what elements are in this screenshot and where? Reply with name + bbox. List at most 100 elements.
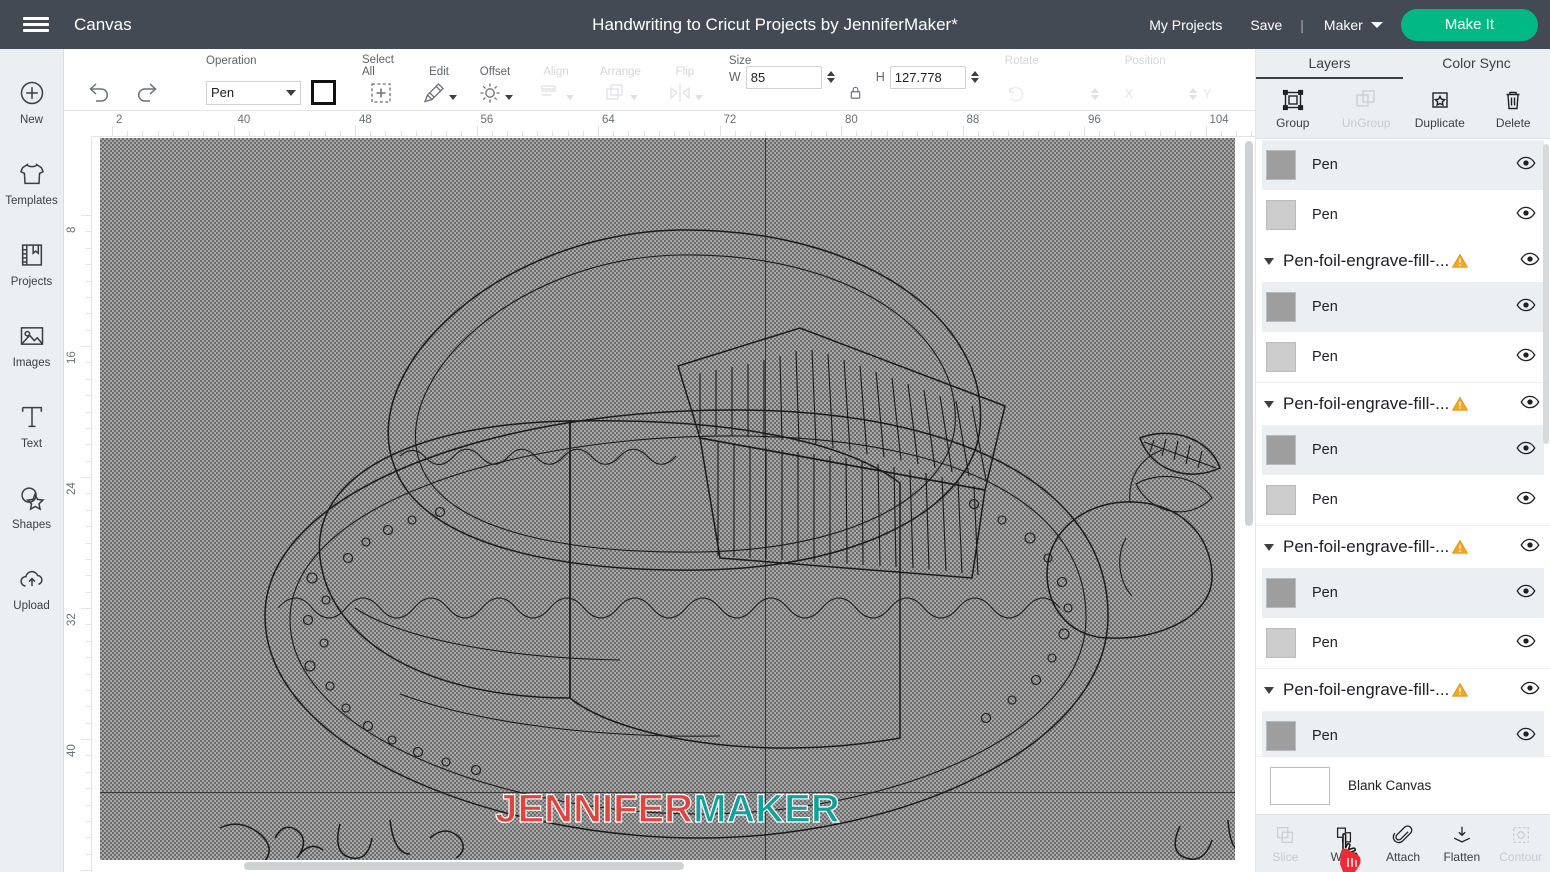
- width-input[interactable]: [745, 65, 822, 89]
- panel-tabs: Layers Color Sync: [1256, 49, 1550, 79]
- width-stepper[interactable]: [826, 71, 835, 83]
- layer-group-header[interactable]: Pen-foil-engrave-fill-...: [1256, 526, 1550, 568]
- rotate-input[interactable]: [1036, 83, 1081, 105]
- ungroup-button[interactable]: UnGroup: [1330, 79, 1404, 138]
- layer-row[interactable]: Pen: [1262, 711, 1544, 761]
- delete-button[interactable]: Delete: [1477, 79, 1550, 138]
- layer-row[interactable]: Pen: [1262, 475, 1544, 525]
- layer-row[interactable]: Pen: [1262, 618, 1544, 668]
- height-stepper[interactable]: [970, 71, 979, 83]
- layer-group-header[interactable]: Pen-foil-engrave-fill-...: [1256, 669, 1550, 711]
- layer-row[interactable]: Pen: [1262, 282, 1544, 332]
- position-x-input[interactable]: [1139, 83, 1184, 105]
- my-projects-link[interactable]: My Projects: [1135, 17, 1236, 33]
- duplicate-button[interactable]: Duplicate: [1403, 79, 1477, 138]
- layer-color-swatch[interactable]: [1266, 150, 1296, 180]
- rotate-stepper[interactable]: [1090, 88, 1099, 100]
- chevron-down-icon[interactable]: [1264, 543, 1274, 551]
- layer-color-swatch[interactable]: [1266, 292, 1296, 322]
- design-mat[interactable]: JENNIFERMAKER: [100, 138, 1235, 860]
- position-x-stepper[interactable]: [1189, 88, 1198, 100]
- layer-row[interactable]: Pen: [1262, 425, 1544, 475]
- group-button[interactable]: Group: [1256, 79, 1330, 138]
- align-button[interactable]: Align: [538, 66, 574, 105]
- eye-visibility-icon[interactable]: [1516, 491, 1536, 510]
- layer-row[interactable]: Pen: [1262, 190, 1544, 240]
- select-all-button[interactable]: Select All: [362, 54, 400, 105]
- canvas-area[interactable]: 2 40 48 56 64 72 80 88 96 104 8 16 24 32 40 48: [64, 111, 1255, 872]
- layers-list[interactable]: Pen Pen Pen-foil-engrave-fill-... Pen Pen Pen…: [1256, 140, 1550, 808]
- eye-visibility-icon[interactable]: [1516, 634, 1536, 653]
- warning-triangle-icon[interactable]: [1451, 252, 1469, 270]
- height-input[interactable]: [889, 65, 966, 89]
- warning-triangle-icon[interactable]: [1451, 538, 1469, 556]
- arrange-button[interactable]: Arrange: [600, 66, 641, 105]
- sidebar-item-new[interactable]: New: [0, 61, 64, 142]
- eye-visibility-icon[interactable]: [1516, 298, 1536, 317]
- ruler-v-tick: [86, 280, 91, 282]
- tab-layers[interactable]: Layers: [1256, 49, 1403, 79]
- redo-icon[interactable]: [134, 77, 160, 103]
- layer-color-swatch[interactable]: [1266, 435, 1296, 465]
- operation-select[interactable]: Pen: [206, 80, 301, 105]
- layer-color-swatch[interactable]: [1266, 628, 1296, 658]
- layer-color-swatch[interactable]: [1266, 200, 1296, 230]
- chevron-down-icon[interactable]: [1264, 400, 1274, 408]
- layer-group-header[interactable]: Pen-foil-engrave-fill-...: [1256, 240, 1550, 282]
- layer-group-header[interactable]: Pen-foil-engrave-fill-...: [1256, 383, 1550, 425]
- layer-group-name: Pen-foil-engrave-fill-...: [1283, 680, 1450, 699]
- layer-color-swatch[interactable]: [1266, 342, 1296, 372]
- sidebar-item-text[interactable]: Text: [0, 385, 64, 466]
- undo-icon[interactable]: [86, 77, 112, 103]
- eye-visibility-icon[interactable]: [1516, 584, 1536, 603]
- tab-color-sync[interactable]: Color Sync: [1403, 49, 1550, 79]
- eye-visibility-icon[interactable]: [1520, 395, 1540, 414]
- eye-visibility-icon[interactable]: [1516, 206, 1536, 225]
- warning-triangle-icon[interactable]: [1451, 681, 1469, 699]
- chevron-down-icon[interactable]: [1264, 257, 1274, 265]
- sidebar-item-projects[interactable]: Projects: [0, 223, 64, 304]
- layer-group: Pen-foil-engrave-fill-... Pen Pen: [1256, 526, 1550, 669]
- eye-visibility-icon[interactable]: [1520, 252, 1540, 271]
- hamburger-menu-icon[interactable]: [0, 0, 72, 49]
- eye-visibility-icon[interactable]: [1516, 441, 1536, 460]
- layer-color-swatch[interactable]: [1266, 485, 1296, 515]
- chevron-down-icon[interactable]: [1264, 686, 1274, 694]
- contour-button[interactable]: Contour: [1491, 815, 1550, 872]
- sidebar-item-images[interactable]: Images: [0, 304, 64, 385]
- save-button[interactable]: Save: [1236, 17, 1296, 33]
- warning-triangle-icon[interactable]: [1451, 395, 1469, 413]
- eye-visibility-icon[interactable]: [1520, 681, 1540, 700]
- aspect-lock-button[interactable]: [841, 49, 870, 105]
- sidebar-item-templates[interactable]: Templates: [0, 142, 64, 223]
- canvas-horizontal-scrollbar[interactable]: [244, 862, 684, 870]
- watermark-part-1: JENNIFER: [495, 786, 694, 831]
- position-label: Position: [1124, 55, 1166, 67]
- weld-button[interactable]: Weld: [1315, 815, 1374, 872]
- make-it-button[interactable]: Make It: [1400, 8, 1538, 41]
- edit-button[interactable]: Edit: [422, 66, 457, 105]
- eye-visibility-icon[interactable]: [1516, 348, 1536, 367]
- eye-visibility-icon[interactable]: [1516, 727, 1536, 746]
- layer-color-swatch[interactable]: [1266, 721, 1296, 751]
- offset-button[interactable]: Offset: [478, 66, 513, 105]
- slice-button[interactable]: Slice: [1256, 815, 1315, 872]
- operation-color-swatch[interactable]: [311, 80, 336, 105]
- eye-visibility-icon[interactable]: [1516, 156, 1536, 175]
- sidebar-item-shapes[interactable]: Shapes: [0, 466, 64, 547]
- eye-visibility-icon[interactable]: [1520, 538, 1540, 557]
- blank-canvas-swatch[interactable]: [1270, 766, 1330, 805]
- sidebar-item-upload[interactable]: Upload: [0, 547, 64, 628]
- canvas-vertical-scrollbar[interactable]: [1245, 141, 1253, 526]
- flip-button[interactable]: Flip: [667, 66, 703, 105]
- layer-row[interactable]: Pen: [1262, 332, 1544, 382]
- layer-row[interactable]: Pen: [1262, 568, 1544, 618]
- layers-scrollbar[interactable]: [1543, 144, 1549, 444]
- layer-row[interactable]: Pen: [1262, 140, 1544, 190]
- attach-button[interactable]: Attach: [1374, 815, 1433, 872]
- flatten-button[interactable]: Flatten: [1432, 815, 1491, 872]
- machine-selector[interactable]: Maker: [1308, 17, 1389, 33]
- ruler-v-tick: [86, 689, 91, 691]
- blank-canvas-row[interactable]: Blank Canvas: [1256, 756, 1550, 814]
- layer-color-swatch[interactable]: [1266, 578, 1296, 608]
